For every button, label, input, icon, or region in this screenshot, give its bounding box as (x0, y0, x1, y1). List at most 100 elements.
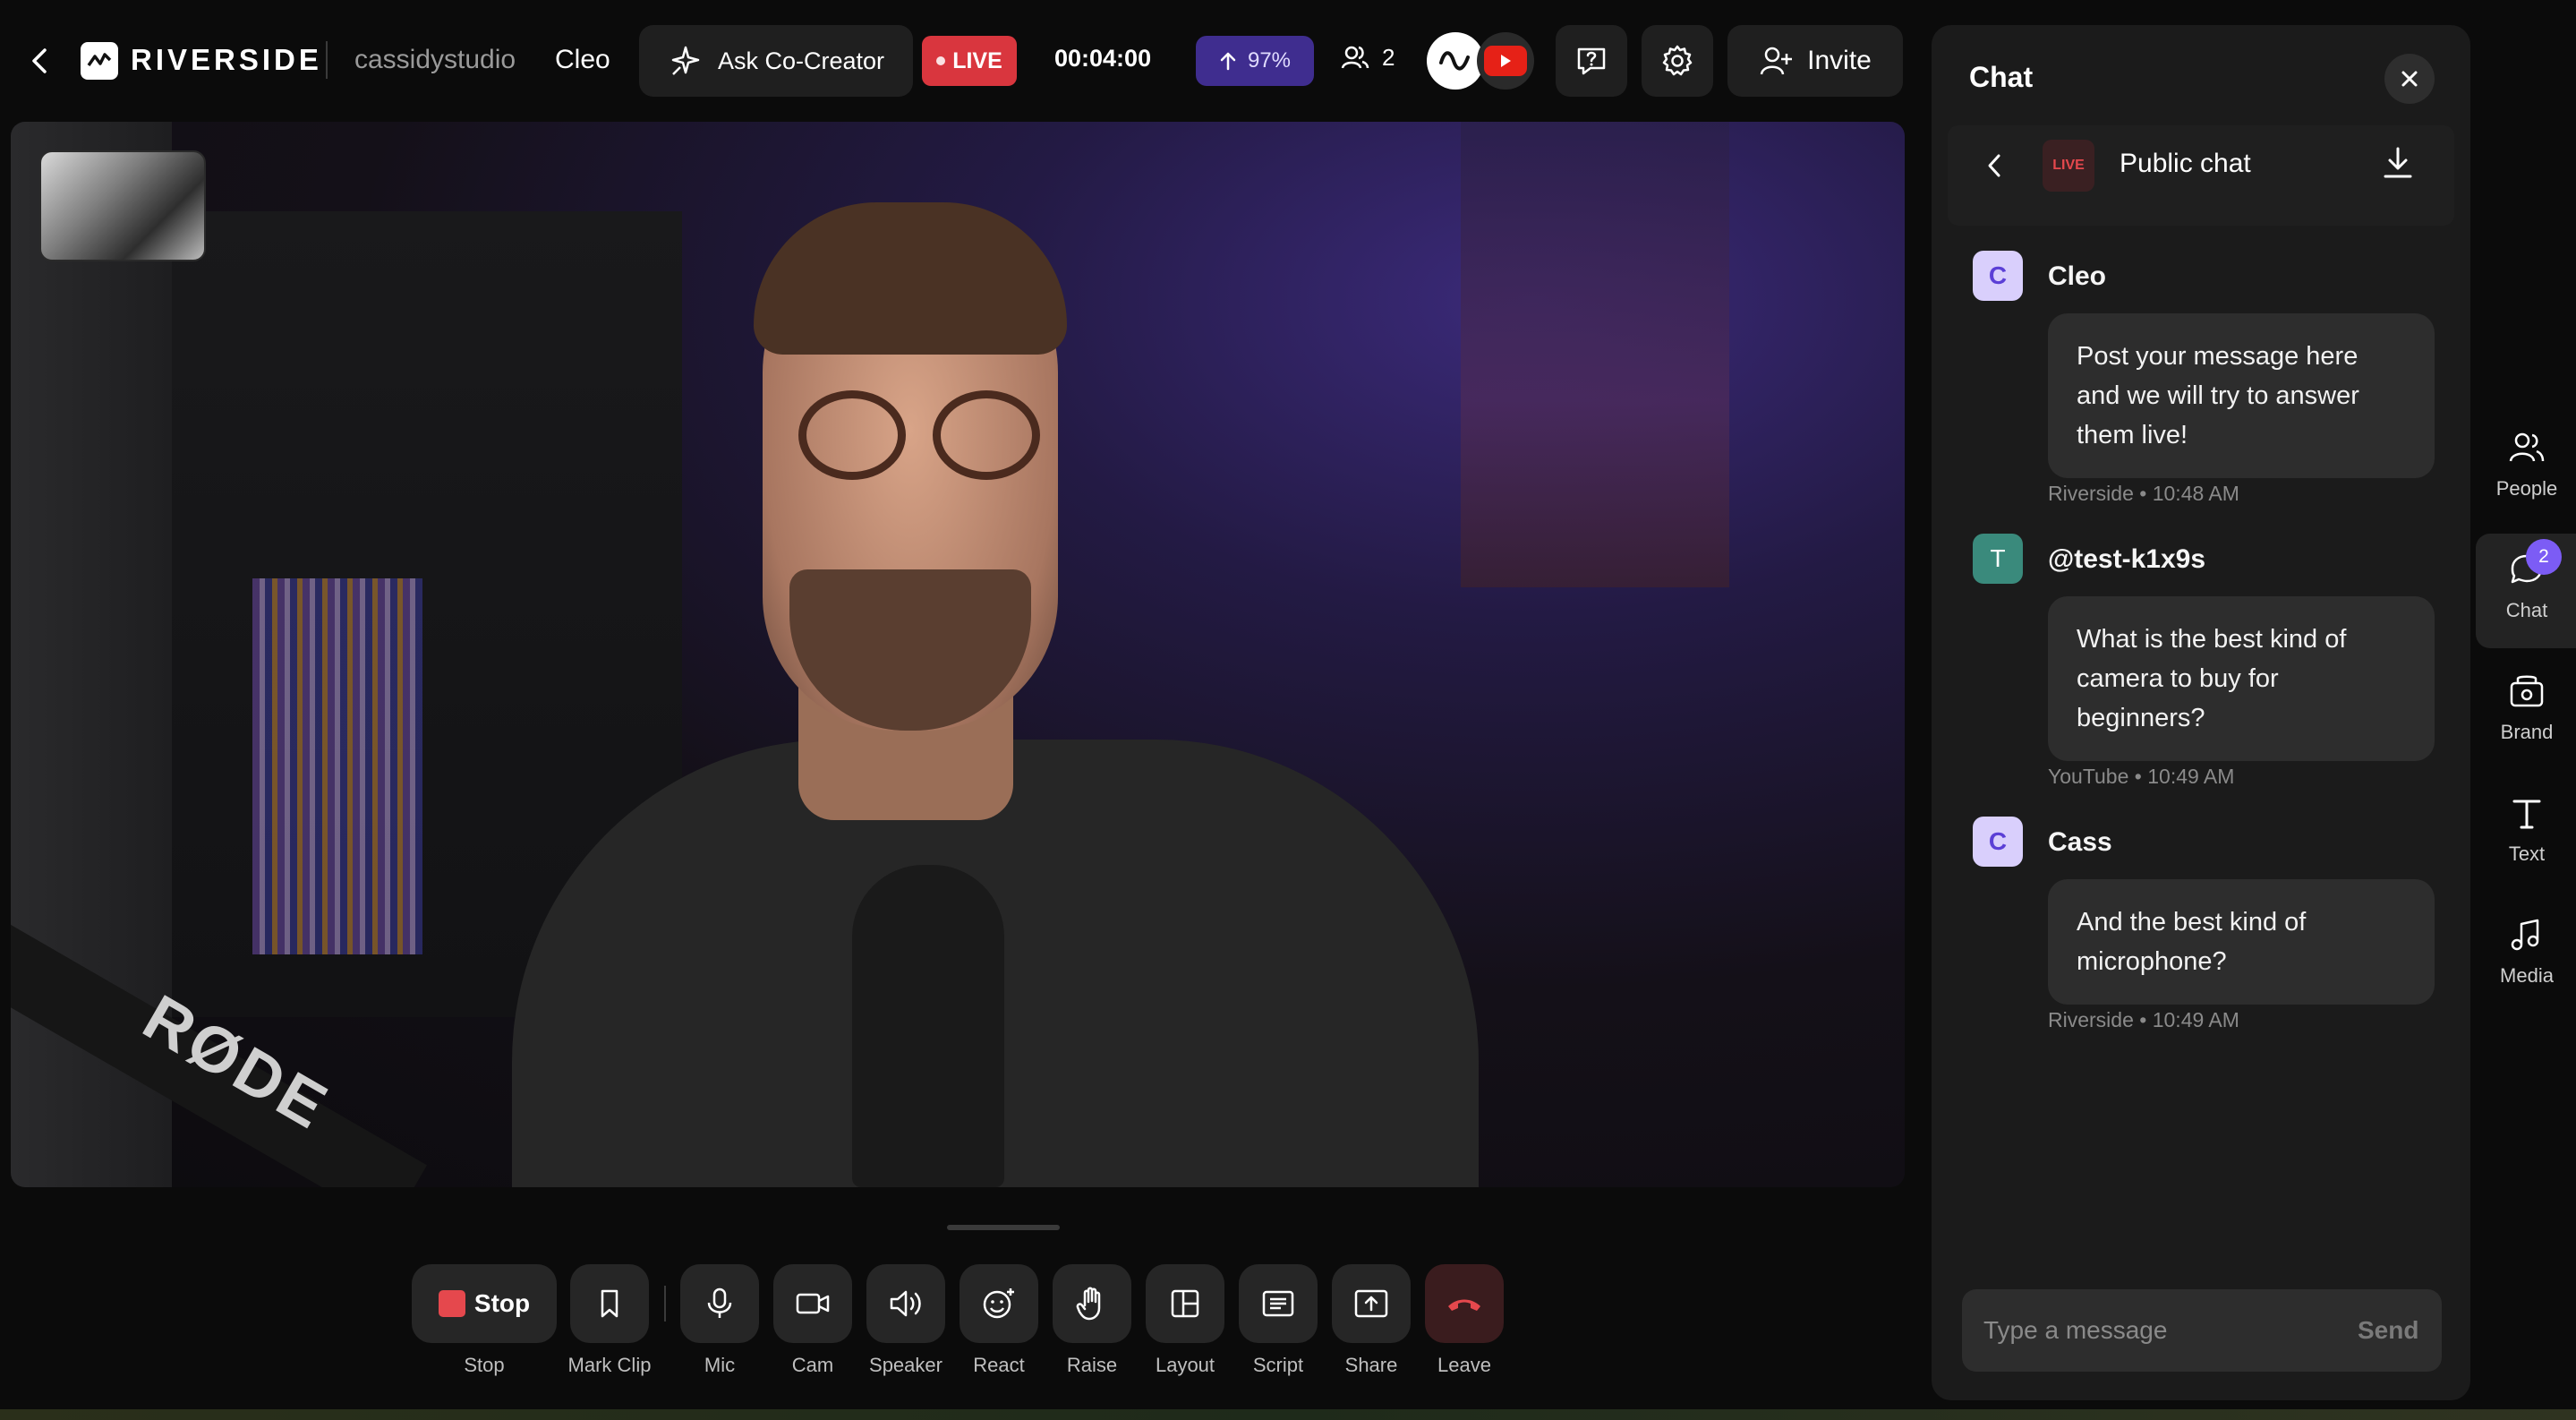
channel-back-icon[interactable] (1983, 150, 2005, 185)
message-bubble: And the best kind of microphone? (2048, 879, 2435, 1005)
mark-clip-button[interactable] (570, 1264, 649, 1343)
controls-divider (664, 1286, 666, 1322)
music-icon (2511, 919, 2539, 951)
people-icon (1341, 43, 1369, 72)
live-badge[interactable]: LIVE (922, 36, 1017, 86)
rail-people-label: People (2495, 477, 2558, 500)
emoji-add-icon (983, 1288, 1014, 1319)
cam-button[interactable] (773, 1264, 852, 1343)
stop-label: Stop (464, 1354, 505, 1376)
upload-progress-value: 97% (1247, 48, 1292, 73)
react-control[interactable]: React (960, 1264, 1038, 1377)
rail-chat-label: Chat (2505, 599, 2548, 621)
leave-label: Leave (1437, 1354, 1491, 1376)
chat-title: Chat (1969, 61, 2034, 93)
channel-live-text: LIVE (2052, 158, 2085, 173)
hang-up-icon (1448, 1299, 1480, 1311)
message-author: Cleo (2048, 261, 2107, 291)
speaker-control[interactable]: Speaker (866, 1264, 945, 1377)
mic-icon (707, 1287, 732, 1318)
gear-icon (1660, 44, 1694, 78)
top-bar: RIVERSIDE cassidystudio Cleo Ask Co-Crea… (0, 0, 1915, 122)
message-bubble: What is the best kind of camera to buy f… (2048, 596, 2435, 761)
chat-message-input[interactable] (1983, 1304, 2324, 1357)
share-button[interactable] (1332, 1264, 1411, 1343)
avatar: T (1973, 534, 2023, 584)
send-button[interactable]: Send (2358, 1316, 2418, 1345)
add-user-icon (1759, 45, 1793, 77)
settings-button[interactable] (1642, 25, 1713, 97)
message-time: 10:49 AM (2152, 1008, 2239, 1031)
share-control[interactable]: Share (1332, 1264, 1411, 1377)
stop-button[interactable]: Stop (412, 1264, 557, 1343)
help-chat-icon (1574, 44, 1608, 78)
ask-cocreator-button[interactable]: Ask Co-Creator (639, 25, 913, 97)
drag-handle[interactable] (947, 1225, 1060, 1230)
rail-media-label: Media (2500, 964, 2554, 987)
close-icon (2401, 71, 2418, 87)
avatar: C (1973, 817, 2023, 867)
layout-control[interactable]: Layout (1146, 1264, 1224, 1377)
upload-progress-badge[interactable]: 97% (1196, 36, 1314, 86)
message-meta: Riverside • 10:49 AM (2048, 1008, 2239, 1031)
leave-control[interactable]: Leave (1425, 1264, 1504, 1377)
mic-control[interactable]: Mic (680, 1264, 759, 1377)
message-source: Riverside (2048, 482, 2134, 505)
stop-square-icon (438, 1290, 465, 1317)
rail-text[interactable]: Text (2478, 795, 2576, 866)
invite-button[interactable]: Invite (1727, 25, 1903, 97)
sparkle-icon (668, 44, 702, 78)
people-icon (2509, 432, 2545, 462)
back-icon[interactable] (27, 45, 52, 77)
rail-media[interactable]: Media (2478, 917, 2576, 988)
invite-label: Invite (1807, 46, 1872, 75)
poster (1461, 122, 1729, 587)
download-icon (2384, 147, 2412, 178)
camera-icon (796, 1293, 830, 1314)
message-source: Riverside (2048, 1008, 2134, 1031)
close-chat-button[interactable] (2384, 54, 2435, 104)
recording-timer: 00:04:00 (1054, 45, 1152, 72)
message-author: @test-k1x9s (2048, 544, 2206, 574)
raise-hand-icon (1076, 1287, 1101, 1321)
stop-button-text: Stop (473, 1289, 531, 1317)
text-icon (2512, 800, 2541, 829)
help-button[interactable] (1556, 25, 1627, 97)
mark-clip-control[interactable]: Mark Clip (568, 1264, 651, 1377)
main-video-stage[interactable]: RØDE (11, 122, 1905, 1187)
script-button[interactable] (1239, 1264, 1318, 1343)
workspace-name[interactable]: cassidystudio (354, 45, 516, 75)
avatar: C (1973, 251, 2023, 301)
channel-name[interactable]: Public chat (2120, 149, 2251, 179)
share-screen-icon (1354, 1289, 1388, 1318)
react-button[interactable] (960, 1264, 1038, 1343)
host-hair (754, 202, 1067, 355)
message-author: Cass (2048, 827, 2112, 857)
microphone (852, 865, 1004, 1187)
raise-control[interactable]: Raise (1053, 1264, 1131, 1377)
rail-people[interactable]: People (2478, 430, 2576, 500)
riverside-destination-icon (1427, 32, 1484, 90)
cam-control[interactable]: Cam (773, 1264, 852, 1377)
stop-control[interactable]: Stop Stop (412, 1264, 557, 1377)
ask-cocreator-label: Ask Co-Creator (717, 47, 885, 74)
destinations[interactable] (1427, 32, 1534, 90)
layout-icon (1171, 1289, 1199, 1318)
divider (326, 41, 328, 79)
script-control[interactable]: Script (1239, 1264, 1318, 1377)
message-source: YouTube (2048, 765, 2129, 788)
studio-name[interactable]: Cleo (555, 45, 610, 75)
download-chat-button[interactable] (2381, 145, 2415, 185)
live-label: LIVE (952, 47, 1002, 73)
host-glasses (798, 390, 1040, 489)
raise-button[interactable] (1053, 1264, 1131, 1343)
message-bubble: Post your message here and we will try t… (2048, 313, 2435, 478)
layout-button[interactable] (1146, 1264, 1224, 1343)
message-meta: Riverside • 10:48 AM (2048, 482, 2239, 505)
leave-button[interactable] (1425, 1264, 1504, 1343)
guest-thumbnail[interactable] (39, 150, 206, 261)
participants-count[interactable]: 2 (1341, 43, 1395, 72)
mic-button[interactable] (680, 1264, 759, 1343)
speaker-button[interactable] (866, 1264, 945, 1343)
rail-brand[interactable]: Brand (2478, 673, 2576, 744)
